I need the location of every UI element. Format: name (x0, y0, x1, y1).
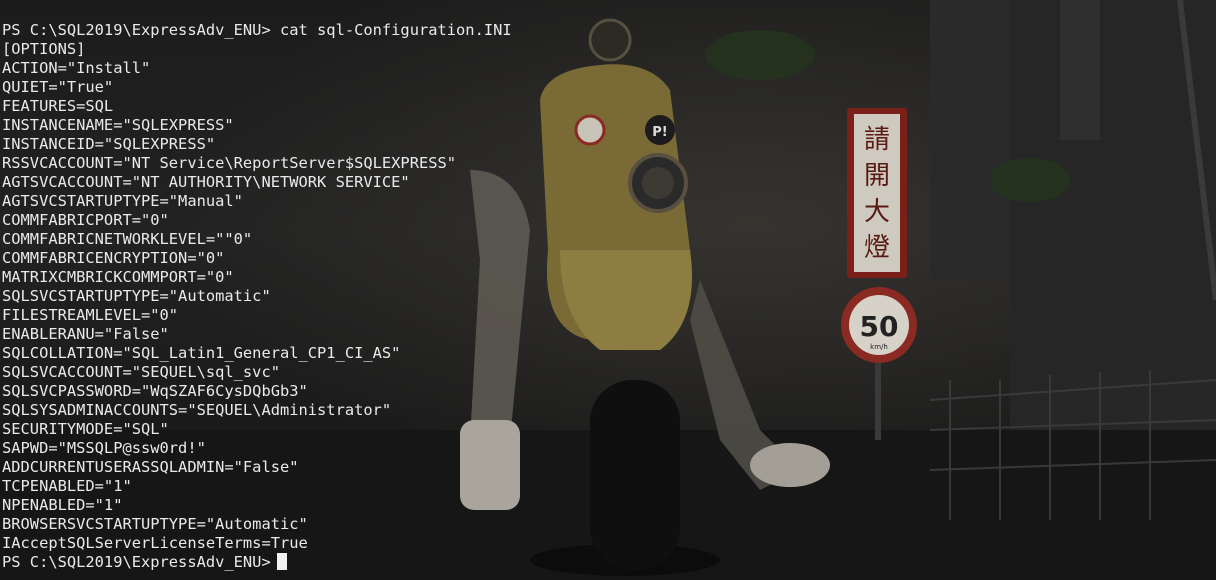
terminal-line: AGTSVCSTARTUPTYPE="Manual" (2, 192, 243, 210)
scooter-image: P! (460, 18, 830, 576)
terminal-line: COMMFABRICNETWORKLEVEL=""0" (2, 230, 253, 248)
terminal-line: SECURITYMODE="SQL" (2, 420, 169, 438)
terminal-line: INSTANCEID="SQLEXPRESS" (2, 135, 216, 153)
terminal-cursor[interactable] (276, 553, 287, 570)
svg-text:開: 開 (864, 161, 890, 191)
terminal-line: SQLSVCACCOUNT="SEQUEL\sql_svc" (2, 363, 280, 381)
terminal-line: ADDCURRENTUSERASSQLADMIN="False" (2, 458, 299, 476)
svg-text:燈: 燈 (864, 233, 890, 263)
terminal-line: COMMFABRICENCRYPTION="0" (2, 249, 225, 267)
terminal-line: IAcceptSQLServerLicenseTerms=True (2, 534, 308, 552)
terminal-line: FEATURES=SQL (2, 97, 114, 115)
terminal-line: INSTANCENAME="SQLEXPRESS" (2, 116, 234, 134)
terminal-line: BROWSERSVCSTARTUPTYPE="Automatic" (2, 515, 308, 533)
terminal-prompt: PS C:\SQL2019\ExpressAdv_ENU> (2, 553, 271, 571)
speed-limit-sign-image: 50 km/h (841, 287, 917, 440)
vertical-sign-image: 請 開 大 燈 (847, 108, 907, 278)
svg-text:請: 請 (864, 125, 890, 155)
terminal-line: SQLSVCPASSWORD="WqSZAF6CysDQbGb3" (2, 382, 308, 400)
terminal-line: COMMFABRICPORT="0" (2, 211, 169, 229)
terminal-line: ENABLERANU="False" (2, 325, 169, 343)
terminal-line: SAPWD="MSSQLP@ssw0rd!" (2, 439, 206, 457)
svg-text:km/h: km/h (870, 343, 888, 351)
terminal-line: SQLCOLLATION="SQL_Latin1_General_CP1_CI_… (2, 344, 401, 362)
terminal-line: SQLSVCSTARTUPTYPE="Automatic" (2, 287, 271, 305)
svg-text:大: 大 (864, 197, 890, 227)
terminal-output[interactable]: PS C:\SQL2019\ExpressAdv_ENU> cat sql-Co… (2, 21, 512, 572)
svg-text:50: 50 (860, 310, 899, 343)
terminal-line: RSSVCACCOUNT="NT Service\ReportServer$SQ… (2, 154, 457, 172)
terminal-prompt-line[interactable]: PS C:\SQL2019\ExpressAdv_ENU> (2, 553, 512, 572)
terminal-line: NPENABLED="1" (2, 496, 123, 514)
terminal-line: TCPENABLED="1" (2, 477, 132, 495)
terminal-line: AGTSVCACCOUNT="NT AUTHORITY\NETWORK SERV… (2, 173, 410, 191)
terminal-line: MATRIXCMBRICKCOMMPORT="0" (2, 268, 234, 286)
terminal-line: QUIET="True" (2, 78, 114, 96)
terminal-window[interactable]: 請 開 大 燈 50 km/h P! PS C:\SQL2019\Express… (0, 0, 1216, 580)
terminal-line: ACTION="Install" (2, 59, 151, 77)
svg-text:P!: P! (652, 125, 667, 140)
terminal-line-command: PS C:\SQL2019\ExpressAdv_ENU> cat sql-Co… (2, 21, 512, 39)
terminal-line: FILESTREAMLEVEL="0" (2, 306, 179, 324)
terminal-line: [OPTIONS] (2, 40, 86, 58)
terminal-line: SQLSYSADMINACCOUNTS="SEQUEL\Administrato… (2, 401, 392, 419)
